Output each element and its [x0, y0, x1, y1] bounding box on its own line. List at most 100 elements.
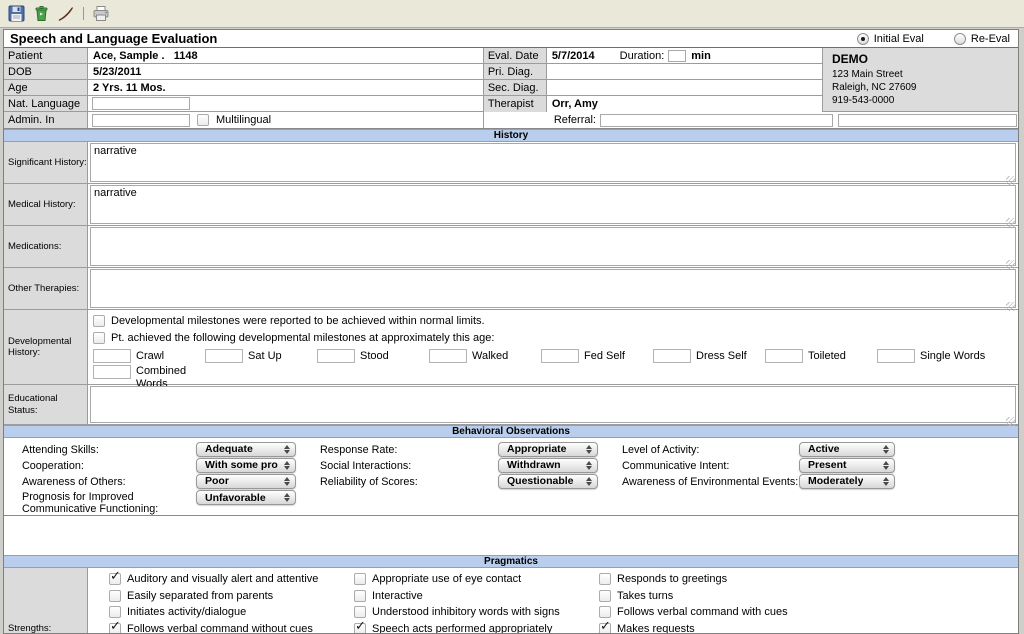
sec-diag-value[interactable]	[547, 80, 822, 95]
admin-in-input[interactable]	[92, 114, 190, 127]
strength-checkbox[interactable]: ✓	[109, 590, 121, 602]
duration-unit: min	[691, 50, 711, 62]
toileted-age-input[interactable]	[765, 349, 803, 363]
nat-language-input[interactable]	[92, 97, 190, 110]
strength-checkbox[interactable]: ✓	[109, 573, 121, 585]
crawl-age-input[interactable]	[93, 349, 131, 363]
referral-input-2[interactable]	[838, 114, 1017, 127]
stepper-arrows-icon	[586, 445, 592, 454]
fed-self-age-input[interactable]	[541, 349, 579, 363]
stepper-arrows-icon	[586, 477, 592, 486]
strength-checkbox[interactable]: ✓	[599, 590, 611, 602]
strength-item[interactable]: ✓Follows verbal command with cues	[599, 604, 788, 621]
attending-skills-label: Attending Skills:	[22, 442, 196, 456]
educational-status-row: Educational Status:	[4, 385, 1018, 425]
communicative-intent-select[interactable]: Present	[799, 458, 895, 473]
eval-date-row: Eval. Date 5/7/2014 Duration: min	[484, 48, 822, 64]
evaluation-form: Speech and Language Evaluation Initial E…	[3, 29, 1019, 634]
strengths-label: Strengths:	[4, 568, 88, 634]
strength-item[interactable]: ✓Auditory and visually alert and attenti…	[109, 571, 333, 588]
delete-icon[interactable]	[32, 5, 50, 23]
other-therapies-textarea[interactable]	[90, 269, 1016, 308]
admin-in-label: Admin. In	[4, 112, 88, 128]
dress-self-age-input[interactable]	[653, 349, 691, 363]
educational-status-textarea[interactable]	[90, 386, 1016, 423]
strength-item[interactable]: ✓Speech acts performed appropriately	[354, 621, 578, 634]
strength-item[interactable]: ✓Responds to greetings	[599, 571, 788, 588]
single-words-age-input[interactable]	[877, 349, 915, 363]
strength-checkbox[interactable]: ✓	[354, 623, 366, 634]
awareness-environmental-label: Awareness of Environmental Events:	[622, 474, 799, 488]
strength-item[interactable]: ✓Follows verbal command without cues	[109, 621, 333, 634]
social-interactions-label: Social Interactions:	[320, 458, 498, 472]
reliability-of-scores-select[interactable]: Questionable	[498, 474, 598, 489]
therapist-value: Orr, Amy	[547, 96, 822, 112]
strength-item[interactable]: ✓Appropriate use of eye contact	[354, 571, 578, 588]
dev-milestones-normal-checkbox[interactable]: ✓	[93, 315, 105, 327]
age-row: Age 2 Yrs. 11 Mos.	[4, 80, 483, 96]
sat-up-age-input[interactable]	[205, 349, 243, 363]
strength-item[interactable]: ✓Takes turns	[599, 588, 788, 605]
dev-milestones-age-label: Pt. achieved the following developmental…	[111, 332, 494, 344]
referral-input[interactable]	[600, 114, 833, 127]
sec-diag-label: Sec. Diag.	[484, 80, 547, 95]
strength-checkbox[interactable]: ✓	[599, 606, 611, 618]
initial-eval-option[interactable]: Initial Eval	[857, 33, 924, 45]
stood-label: Stood	[360, 350, 389, 362]
strength-item[interactable]: ✓Interactive	[354, 588, 578, 605]
strength-checkbox[interactable]: ✓	[599, 623, 611, 634]
behavioral-comments-box[interactable]	[4, 516, 1018, 555]
stood-age-input[interactable]	[317, 349, 355, 363]
duration-label: Duration:	[620, 50, 665, 62]
cooperation-select[interactable]: With some pro	[196, 458, 296, 473]
strength-checkbox[interactable]: ✓	[109, 623, 121, 634]
print-icon[interactable]	[92, 5, 110, 23]
walked-label: Walked	[472, 350, 508, 362]
strength-checkbox[interactable]: ✓	[354, 573, 366, 585]
initial-eval-radio[interactable]	[857, 33, 869, 45]
dob-value: 5/23/2011	[88, 64, 483, 79]
dress-self-label: Dress Self	[696, 350, 747, 362]
strength-item[interactable]: ✓Understood inhibitory words with signs	[354, 604, 578, 621]
medications-textarea[interactable]	[90, 227, 1016, 266]
combined-words-age-input[interactable]	[93, 365, 131, 379]
level-of-activity-select[interactable]: Active	[799, 442, 895, 457]
strength-item[interactable]: ✓Easily separated from parents	[109, 588, 333, 605]
developmental-history-label: Developmental History:	[4, 310, 88, 384]
strength-checkbox[interactable]: ✓	[354, 590, 366, 602]
multilingual-checkbox[interactable]: ✓	[197, 114, 209, 126]
strength-checkbox[interactable]: ✓	[599, 573, 611, 585]
dev-milestones-normal-option[interactable]: ✓ Developmental milestones were reported…	[93, 312, 1018, 329]
clinic-address2: Raleigh, NC 27609	[832, 81, 1018, 94]
strength-checkbox[interactable]: ✓	[354, 606, 366, 618]
strength-checkbox[interactable]: ✓	[109, 606, 121, 618]
strength-item[interactable]: ✓Makes requests	[599, 621, 788, 634]
attending-skills-select[interactable]: Adequate	[196, 442, 296, 457]
prognosis-label: Prognosis for Improved Communicative Fun…	[22, 489, 196, 516]
walked-age-input[interactable]	[429, 349, 467, 363]
dev-milestones-age-checkbox[interactable]: ✓	[93, 332, 105, 344]
re-eval-option[interactable]: Re-Eval	[954, 33, 1010, 45]
medical-history-textarea[interactable]: narrative	[90, 185, 1016, 224]
social-interactions-select[interactable]: Withdrawn	[498, 458, 598, 473]
sign-icon[interactable]	[57, 5, 75, 23]
clinic-phone: 919-543-0000	[832, 94, 1018, 107]
significant-history-textarea[interactable]: narrative	[90, 143, 1016, 182]
save-icon[interactable]	[7, 5, 25, 23]
dev-milestones-age-option[interactable]: ✓ Pt. achieved the following development…	[93, 329, 1018, 346]
prognosis-select[interactable]: Unfavorable	[196, 490, 296, 505]
re-eval-radio[interactable]	[954, 33, 966, 45]
patient-info-left: Patient Ace, Sample . 1148 DOB 5/23/2011…	[4, 48, 483, 128]
awareness-environmental-select[interactable]: Moderately	[799, 474, 895, 489]
duration-input[interactable]	[668, 50, 686, 62]
patient-label: Patient	[4, 48, 88, 63]
multilingual-label: Multilingual	[216, 114, 271, 126]
response-rate-select[interactable]: Appropriate	[498, 442, 598, 457]
pri-diag-value[interactable]	[547, 64, 822, 79]
toileted-label: Toileted	[808, 350, 846, 362]
eval-date-label: Eval. Date	[484, 48, 547, 63]
strength-item[interactable]: ✓Initiates activity/dialogue	[109, 604, 333, 621]
other-therapies-row: Other Therapies:	[4, 268, 1018, 310]
awareness-of-others-select[interactable]: Poor	[196, 474, 296, 489]
toolbar	[0, 0, 1024, 28]
